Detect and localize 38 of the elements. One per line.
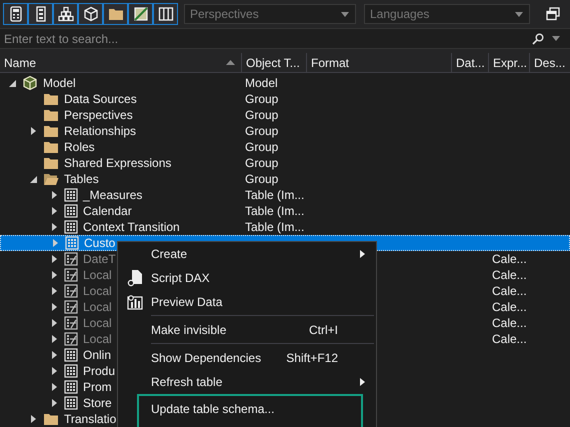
node-name: Tables [64,172,99,186]
node-name: Relationships [64,124,136,138]
table-cell: Cale... [492,284,527,298]
table-cell: Cale... [492,300,527,314]
node-name: Local [83,284,112,298]
table-cell: Cale... [492,268,527,282]
node-name: Local [83,300,112,314]
table-cell: Group [245,172,278,186]
table-cell: Group [245,140,278,154]
node-name: Prom [83,380,112,394]
node-name: Local [83,268,112,282]
table-cell: Model [245,76,278,90]
node-name: Shared Expressions [64,156,172,170]
table-cell: Group [245,108,278,122]
node-name: Local [83,332,112,346]
node-name: Perspectives [64,108,133,122]
node-name: Onlin [83,348,112,362]
table-cell: Table (Im... [245,220,304,234]
node-name: Translatio [64,412,116,426]
node-name: Custo [84,236,116,250]
node-name: _Measures [83,188,142,202]
node-name: Model [43,76,76,90]
table-cell: Cale... [492,332,527,346]
table-cell: Cale... [492,252,527,266]
node-name: Context Transition [83,220,180,234]
table-cell: Table (Im... [245,188,304,202]
node-name: Data Sources [64,92,137,106]
table-cell: Group [245,92,278,106]
node-name: Local [83,316,112,330]
table-cell: Group [245,156,278,170]
node-name: Produ [83,364,116,378]
node-name: Roles [64,140,95,154]
table-cell: Group [245,124,278,138]
table-cell: Cale... [492,316,527,330]
node-name: Store [83,396,112,410]
node-name: DateT [83,252,116,266]
node-name: Calendar [83,204,132,218]
table-cell: Table (Im... [245,204,304,218]
